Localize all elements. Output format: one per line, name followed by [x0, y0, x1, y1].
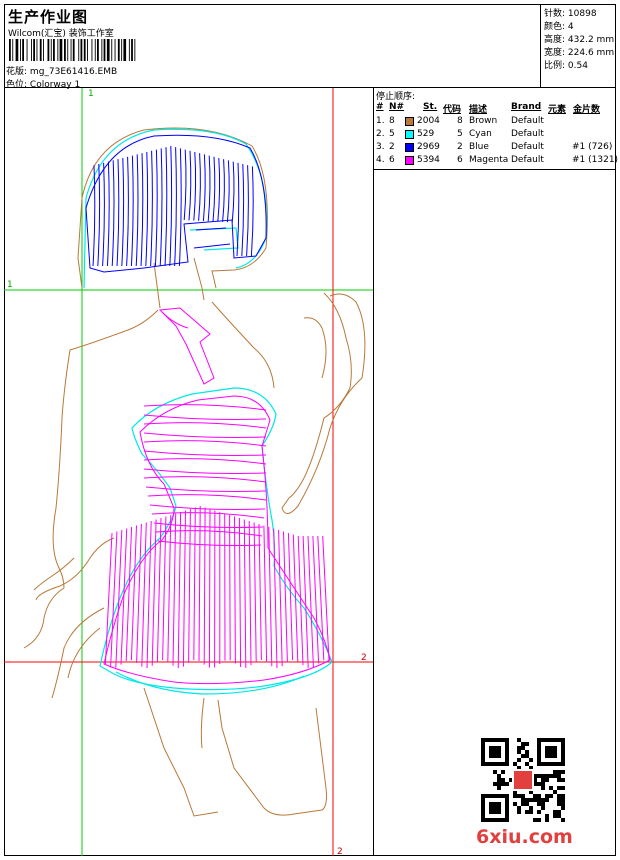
- marker-red-right: 2: [361, 653, 367, 663]
- row-brand: Default: [511, 116, 544, 126]
- row-stitches: 5394: [417, 155, 440, 165]
- row-sequin: #1 (1321): [572, 155, 619, 165]
- row-index: 1.: [376, 116, 385, 126]
- marker-green-left: 1: [7, 280, 13, 290]
- row-brand: Default: [511, 155, 544, 165]
- row-description: Cyan: [469, 129, 492, 139]
- row-code: 5: [457, 129, 463, 139]
- row-index: 3.: [376, 142, 385, 152]
- panel-divider: [373, 87, 374, 856]
- row-index: 4.: [376, 155, 385, 165]
- row-needle: 8: [389, 116, 395, 126]
- row-stitches: 529: [417, 129, 435, 139]
- stat-colors: 颜色: 4: [544, 22, 574, 32]
- stat-width: 宽度: 224.6 mm: [544, 48, 615, 58]
- barcode: [9, 39, 136, 61]
- company-name: Wilcom(汇宝) 装饰工作室: [8, 29, 114, 39]
- row-index: 2.: [376, 129, 385, 139]
- design-file-line: 花版: mg_73E61416.EMB: [6, 64, 117, 77]
- col-header-st: St.: [423, 102, 438, 112]
- marker-green-top: 1: [88, 89, 94, 99]
- magenta-dress: [103, 307, 331, 685]
- col-header-idx: #: [376, 102, 384, 112]
- color-swatch: [405, 156, 414, 165]
- stat-height: 高度: 432.2 mm: [544, 35, 615, 45]
- row-code: 8: [457, 116, 463, 126]
- row-needle: 2: [389, 142, 395, 152]
- watermark-site: 6xiu.com: [476, 826, 573, 848]
- row-needle: 6: [389, 155, 395, 165]
- stats-panel: 针数: 10898 颜色: 4 高度: 432.2 mm 宽度: 224.6 m…: [540, 4, 616, 88]
- color-swatch: [405, 117, 414, 126]
- table-row: 4. 6 5394 6 Magenta Default #1 (1321): [376, 155, 618, 168]
- table-row: 1. 8 2004 8 Brown Default: [376, 116, 614, 129]
- color-swatch: [405, 130, 414, 139]
- blue-hair: [85, 134, 267, 273]
- table-row: 2. 5 529 5 Cyan Default: [376, 129, 614, 142]
- row-brand: Default: [511, 142, 544, 152]
- table-row: 3. 2 2969 2 Blue Default #1 (726): [376, 142, 614, 155]
- col-header-element: 元素: [548, 105, 567, 115]
- row-code: 6: [457, 155, 463, 165]
- col-header-desc: 描述: [469, 105, 488, 115]
- qr-code: [481, 738, 565, 822]
- embroidery-drawing: 1 1 2 2: [4, 88, 373, 856]
- design-canvas: 1 1 2 2: [4, 88, 373, 856]
- row-code: 2: [457, 142, 463, 152]
- row-sequin: #1 (726): [572, 142, 613, 152]
- stop-sequence-title: 停止顺序:: [376, 92, 416, 102]
- brown-outline: [23, 127, 366, 817]
- cyan-outline: [83, 128, 333, 695]
- page-title: 生产作业图: [8, 8, 89, 26]
- row-stitches: 2004: [417, 116, 440, 126]
- stat-scale: 比例: 0.54: [544, 61, 588, 71]
- col-header-sequin: 金片数: [573, 105, 601, 115]
- row-stitches: 2969: [417, 142, 440, 152]
- marker-red-bottom: 2: [337, 847, 343, 856]
- table-divider: [373, 169, 616, 170]
- row-brand: Default: [511, 129, 544, 139]
- design-file: mg_73E61416.EMB: [29, 67, 118, 77]
- row-description: Magenta: [469, 155, 509, 165]
- col-header-code: 代码: [443, 105, 462, 115]
- col-header-brand: Brand: [511, 102, 542, 112]
- row-description: Brown: [469, 116, 498, 126]
- row-needle: 5: [389, 129, 395, 139]
- col-header-n: N#: [389, 102, 405, 112]
- row-description: Blue: [469, 142, 489, 152]
- color-swatch: [405, 143, 414, 152]
- stat-stitches: 针数: 10898: [544, 9, 597, 19]
- design-label: 花版:: [6, 67, 28, 77]
- header-info: 生产作业图 Wilcom(汇宝) 装饰工作室 花版: mg_73E61416.E…: [4, 4, 541, 90]
